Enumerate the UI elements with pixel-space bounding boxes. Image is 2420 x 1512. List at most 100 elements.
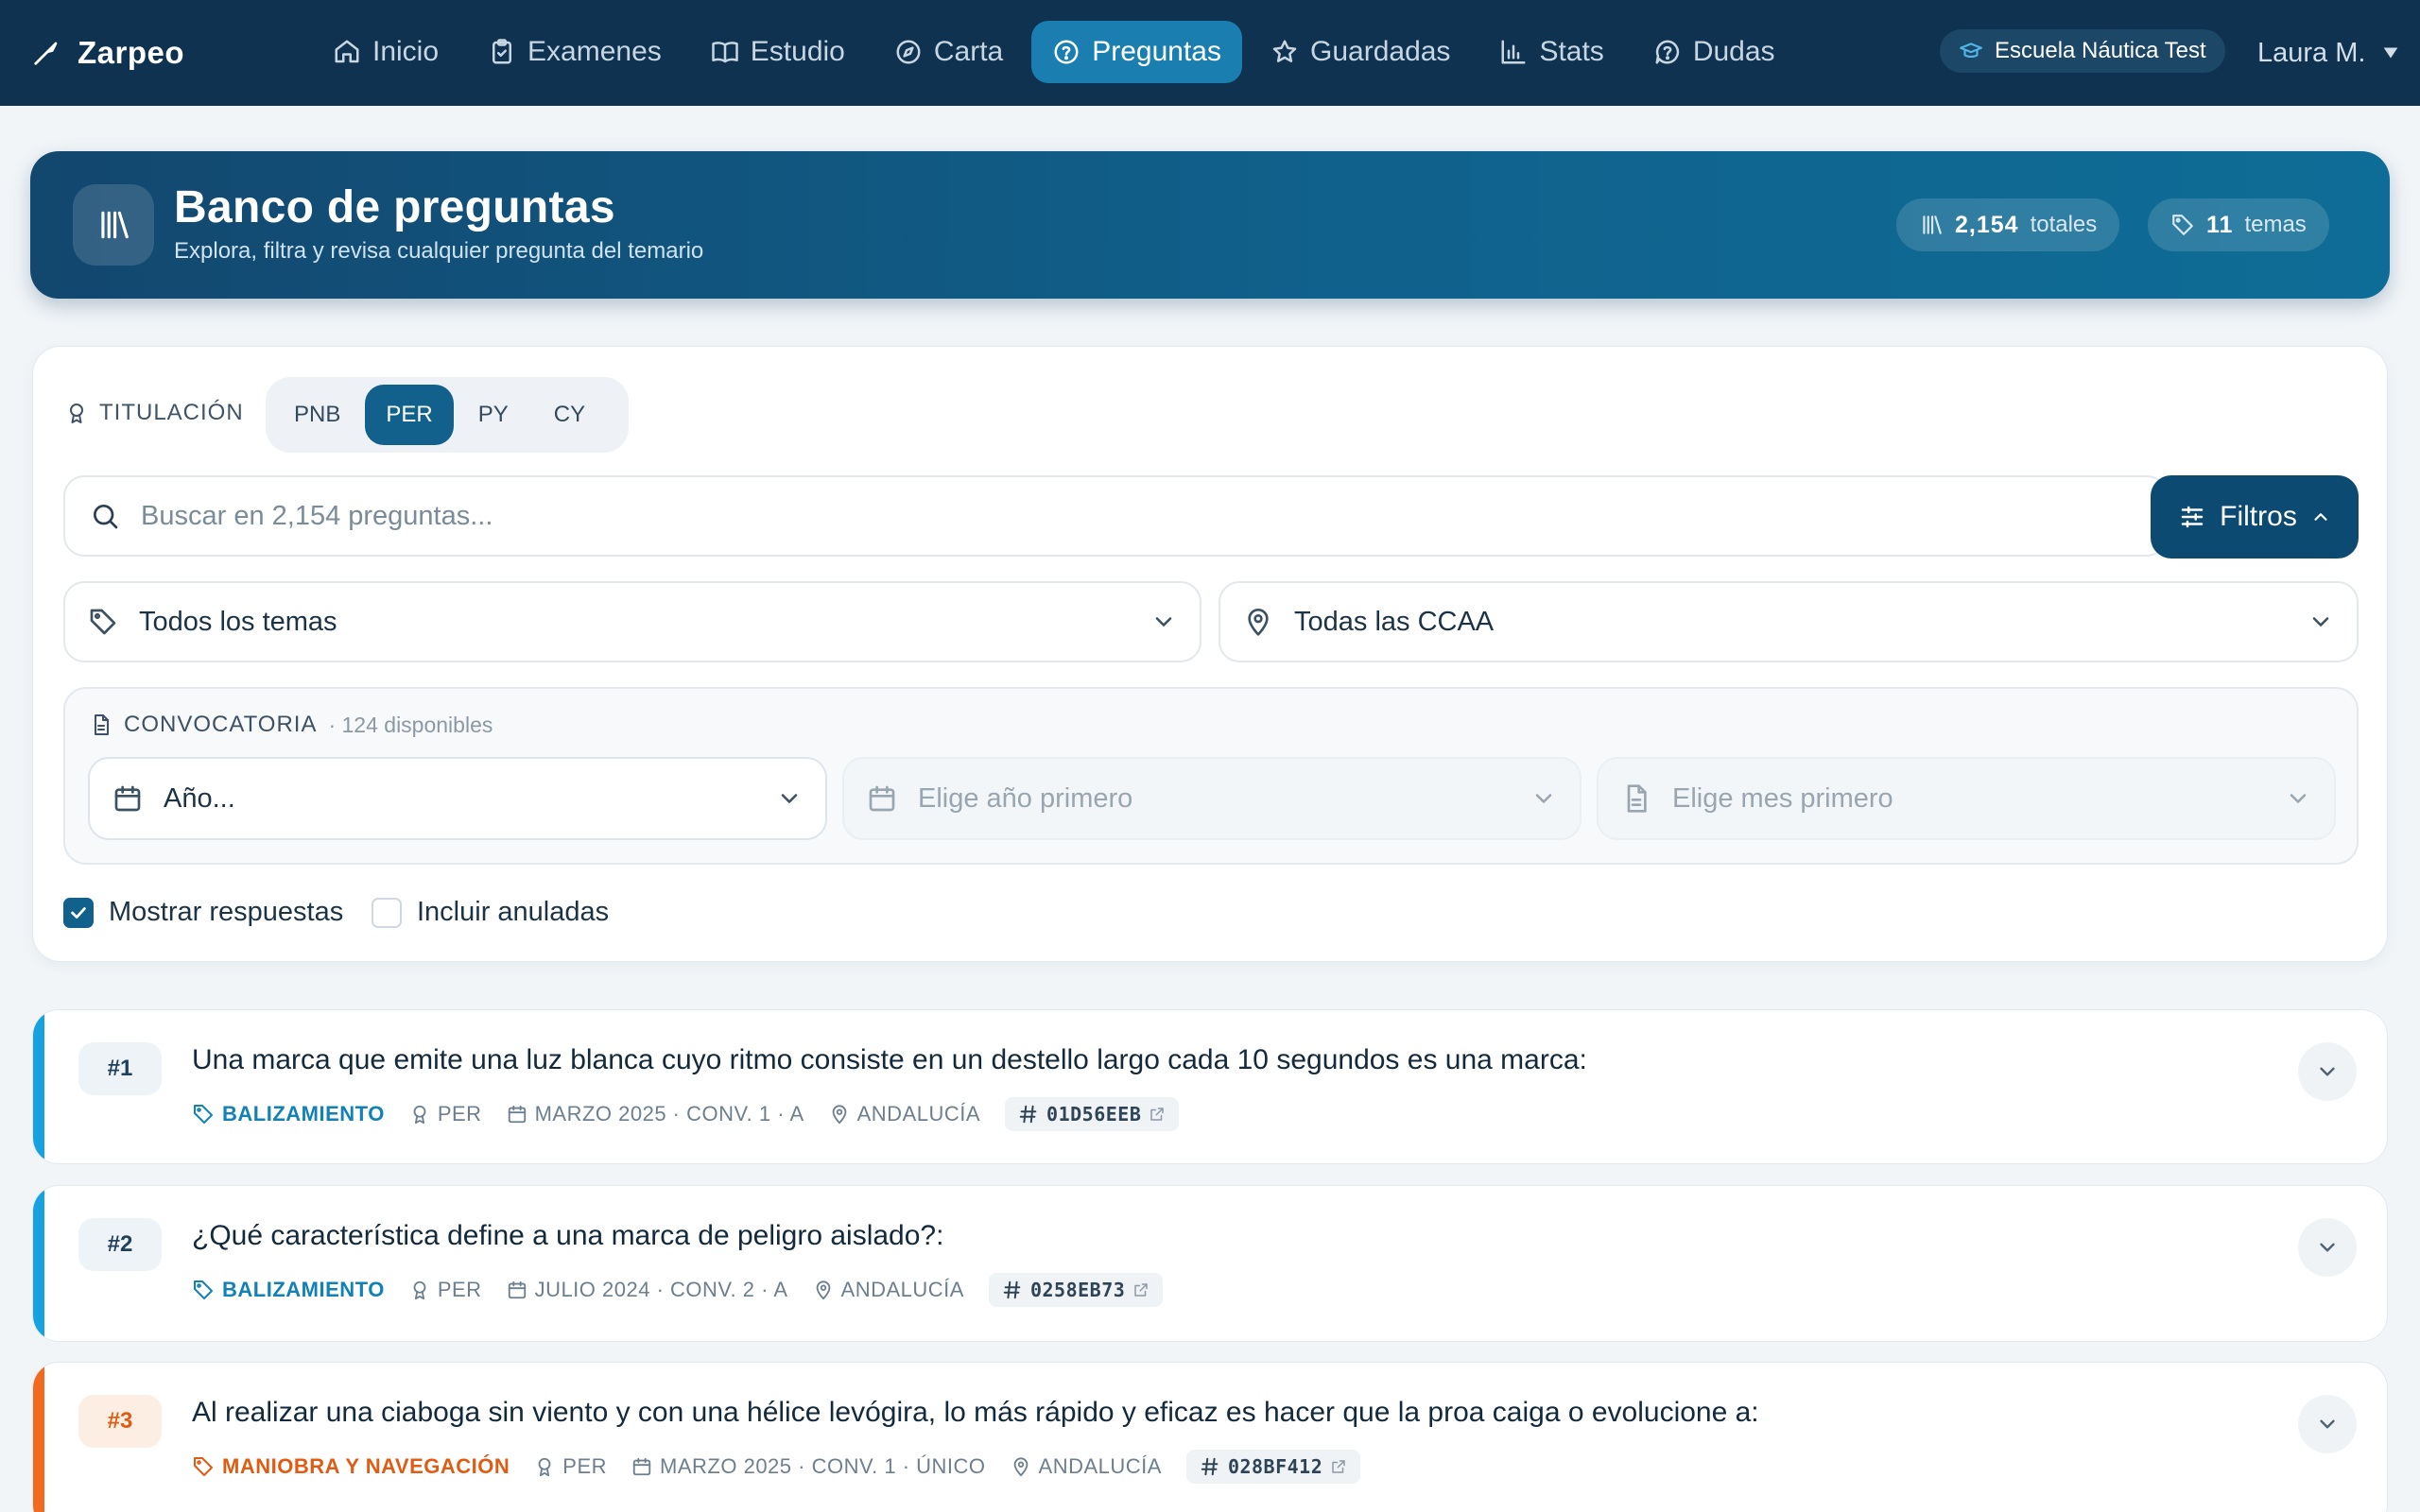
school-badge[interactable]: Escuela Náutica Test bbox=[1940, 29, 2225, 73]
month-select-value: Elige año primero bbox=[918, 782, 1133, 814]
accent-bar bbox=[33, 1010, 44, 1163]
filtros-button[interactable]: Filtros bbox=[2151, 475, 2359, 558]
app-name: Zarpeo bbox=[78, 35, 185, 70]
ccaa-select[interactable]: Todas las CCAA bbox=[1219, 581, 2359, 662]
titulacion-option-per[interactable]: PER bbox=[365, 385, 454, 445]
convocatoria-count: · 124 disponibles bbox=[328, 712, 493, 737]
nav-dudas[interactable]: Dudas bbox=[1633, 21, 1796, 83]
topic-select-value: Todos los temas bbox=[139, 606, 337, 637]
chevron-down-icon bbox=[2315, 1235, 2340, 1260]
calendar-icon bbox=[507, 1280, 527, 1300]
titulacion-option-py[interactable]: PY bbox=[458, 385, 529, 445]
calendar-icon bbox=[631, 1456, 652, 1477]
question-id-link[interactable]: 028BF412 bbox=[1185, 1450, 1361, 1484]
page-title: Banco de preguntas bbox=[174, 182, 615, 232]
question-id: 028BF412 bbox=[1227, 1455, 1323, 1478]
question-id-link[interactable]: 01D56EEB bbox=[1005, 1097, 1180, 1131]
nav-preguntas[interactable]: Preguntas bbox=[1031, 21, 1242, 83]
topic-tag[interactable]: BALIZAMIENTO bbox=[192, 1102, 385, 1126]
date-tag: MARZO 2025 · CONV. 1 · ÚNICO bbox=[631, 1454, 985, 1479]
question-icon bbox=[1052, 38, 1080, 66]
accent-bar bbox=[33, 1186, 44, 1341]
show-answers-label: Mostrar respuestas bbox=[109, 897, 344, 927]
document-icon bbox=[1621, 783, 1651, 814]
library-icon bbox=[73, 184, 154, 266]
topic-label: MANIOBRA Y NAVEGACIÓN bbox=[222, 1454, 510, 1478]
titulacion-option-pnb[interactable]: PNB bbox=[273, 385, 361, 445]
star-icon bbox=[1270, 38, 1299, 66]
total-count: 2,154 bbox=[1955, 211, 2019, 238]
topic-select[interactable]: Todos los temas bbox=[63, 581, 1201, 662]
nav-carta[interactable]: Carta bbox=[873, 21, 1024, 83]
nav-label: Examenes bbox=[527, 36, 662, 67]
school-name: Escuela Náutica Test bbox=[1995, 38, 2206, 63]
expand-button[interactable] bbox=[2298, 1042, 2357, 1101]
map-pin-icon bbox=[829, 1104, 850, 1125]
checkbox-checked[interactable] bbox=[63, 897, 94, 928]
expand-button[interactable] bbox=[2298, 1395, 2357, 1453]
question-id: 01D56EEB bbox=[1046, 1103, 1142, 1125]
question-card[interactable]: #3 Al realizar una ciaboga sin viento y … bbox=[32, 1362, 2388, 1512]
convocatoria-select[interactable]: Elige mes primero bbox=[1597, 757, 2336, 840]
topics-label: temas bbox=[2244, 212, 2307, 237]
chevron-down-icon bbox=[2315, 1412, 2340, 1436]
nav-examenes[interactable]: Examenes bbox=[467, 21, 683, 83]
expand-button[interactable] bbox=[2298, 1218, 2357, 1277]
external-link-icon bbox=[1330, 1458, 1347, 1475]
checkbox-unchecked[interactable] bbox=[372, 897, 402, 928]
external-link-icon bbox=[1149, 1106, 1166, 1123]
document-icon bbox=[90, 713, 112, 736]
help-bubble-icon bbox=[1653, 38, 1682, 66]
question-card[interactable]: #2 ¿Qué característica define a una marc… bbox=[32, 1185, 2388, 1342]
question-id: 0258EB73 bbox=[1029, 1279, 1126, 1301]
month-select[interactable]: Elige año primero bbox=[842, 757, 1582, 840]
year-select[interactable]: Año... bbox=[88, 757, 827, 840]
nav-estudio[interactable]: Estudio bbox=[690, 21, 866, 83]
question-number: #3 bbox=[78, 1395, 162, 1448]
region-tag: ANDALUCÍA bbox=[829, 1102, 980, 1126]
award-icon bbox=[534, 1456, 555, 1477]
nav-label: Estudio bbox=[750, 36, 845, 67]
titulacion-value: PER bbox=[437, 1102, 482, 1125]
titulacion-selector: PNB PER PY CY bbox=[266, 377, 629, 453]
titulacion-label: TITULACIÓN bbox=[65, 400, 244, 426]
tag-icon bbox=[192, 1279, 215, 1301]
question-id-link[interactable]: 0258EB73 bbox=[988, 1273, 1164, 1307]
page-subtitle: Explora, filtra y revisa cualquier pregu… bbox=[174, 238, 704, 264]
titulacion-option-cy[interactable]: CY bbox=[533, 385, 606, 445]
sliders-icon bbox=[2178, 503, 2206, 531]
question-text: Al realizar una ciaboga sin viento y con… bbox=[192, 1397, 1759, 1428]
chevron-down-icon bbox=[2308, 609, 2334, 635]
calendar-icon bbox=[507, 1104, 527, 1125]
total-questions-badge: 2,154 totales bbox=[1896, 198, 2120, 251]
show-answers-checkbox[interactable]: Mostrar respuestas bbox=[63, 897, 343, 928]
topic-label: BALIZAMIENTO bbox=[222, 1278, 385, 1301]
hash-icon bbox=[1002, 1280, 1023, 1300]
include-annulled-checkbox[interactable]: Incluir anuladas bbox=[372, 897, 609, 928]
region-value: ANDALUCÍA bbox=[1038, 1454, 1162, 1478]
nav-inicio[interactable]: Inicio bbox=[312, 21, 459, 83]
search-icon bbox=[90, 501, 120, 531]
calendar-icon bbox=[112, 783, 143, 814]
calendar-icon bbox=[867, 783, 897, 814]
app-logo[interactable]: Zarpeo bbox=[32, 0, 184, 106]
titulacion-text: TITULACIÓN bbox=[99, 400, 244, 425]
user-menu[interactable]: Laura M. bbox=[2257, 0, 2401, 106]
topic-tag[interactable]: MANIOBRA Y NAVEGACIÓN bbox=[192, 1454, 510, 1479]
convocatoria-section: CONVOCATORIA · 124 disponibles Año... El… bbox=[63, 687, 2359, 865]
chevron-down-icon bbox=[2285, 785, 2311, 812]
nav-guardadas[interactable]: Guardadas bbox=[1250, 21, 1471, 83]
chevron-down-icon bbox=[1530, 785, 1557, 812]
date-tag: MARZO 2025 · CONV. 1 · A bbox=[507, 1102, 804, 1126]
library-icon bbox=[1919, 213, 1944, 237]
external-link-icon bbox=[1132, 1281, 1150, 1298]
nav-stats[interactable]: Stats bbox=[1478, 21, 1624, 83]
award-icon bbox=[409, 1280, 430, 1300]
hash-icon bbox=[1018, 1104, 1039, 1125]
compass-needle-icon bbox=[32, 39, 60, 67]
convocatoria-select-value: Elige mes primero bbox=[1672, 782, 1893, 814]
nav-label: Inicio bbox=[372, 36, 440, 67]
topic-tag[interactable]: BALIZAMIENTO bbox=[192, 1278, 385, 1302]
question-card[interactable]: #1 Una marca que emite una luz blanca cu… bbox=[32, 1009, 2388, 1164]
search-input[interactable]: Buscar en 2,154 preguntas... bbox=[63, 475, 2168, 557]
